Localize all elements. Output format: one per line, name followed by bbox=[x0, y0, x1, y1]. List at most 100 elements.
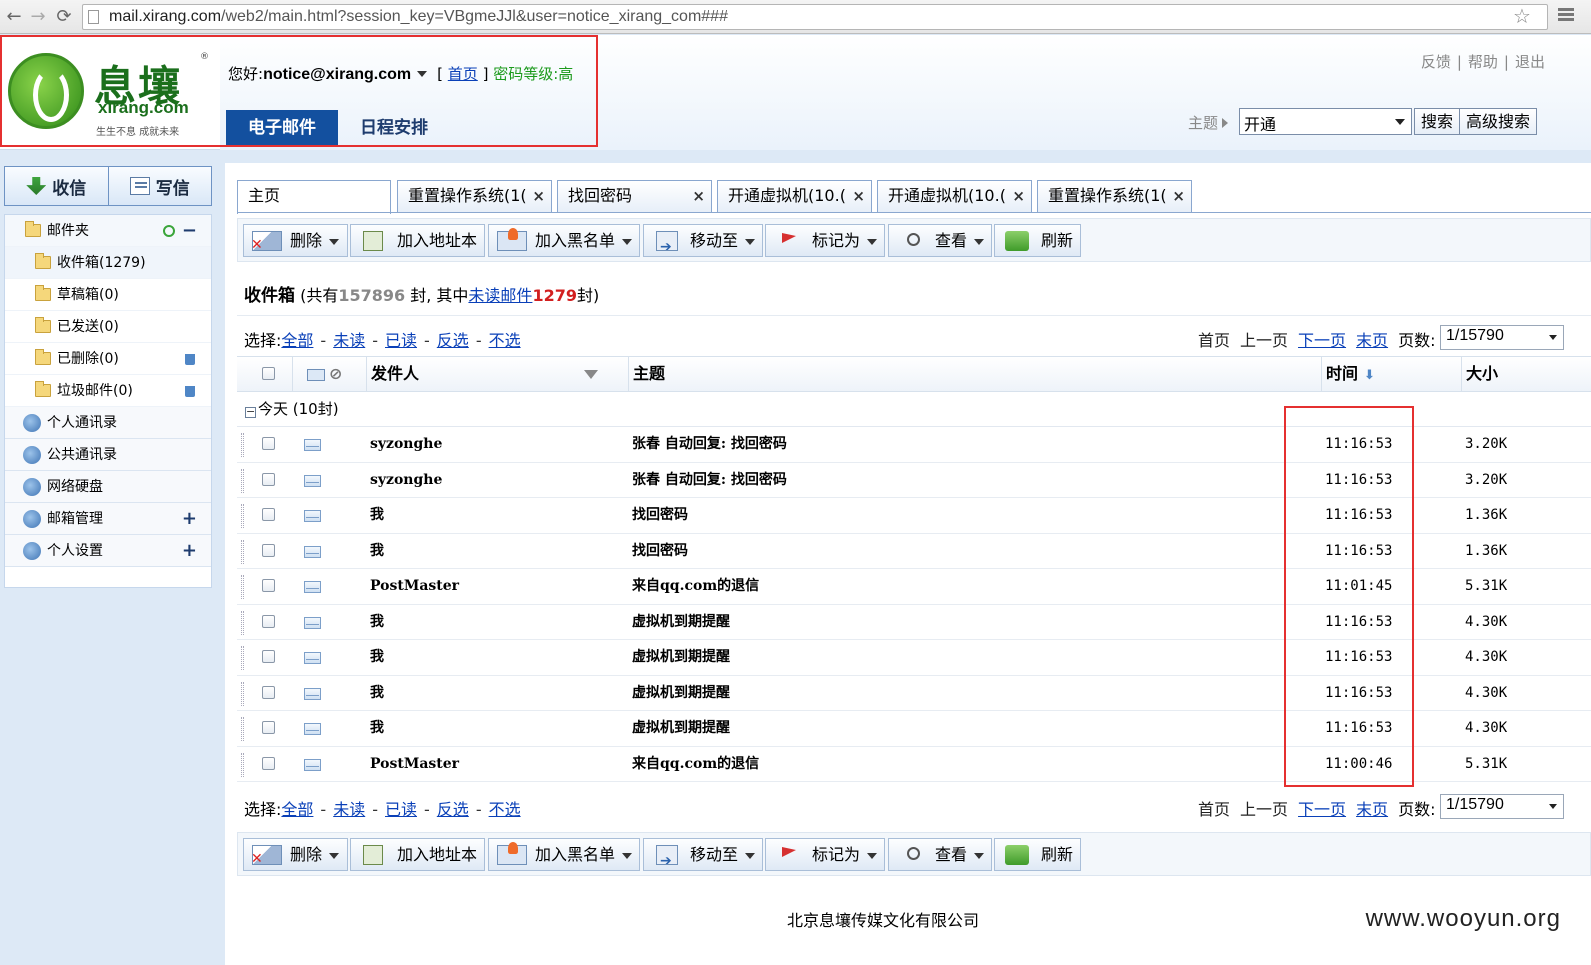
sidebar-item-deleted[interactable]: 已删除(0) bbox=[5, 343, 211, 375]
search-input[interactable]: 开通 bbox=[1239, 108, 1412, 135]
subject-column-header[interactable]: 主题 bbox=[628, 357, 1323, 392]
select-invert-link[interactable]: 反选 bbox=[437, 800, 469, 819]
page-select[interactable]: 1/15790 bbox=[1440, 794, 1564, 819]
drag-handle-icon[interactable] bbox=[241, 468, 244, 493]
delete-button[interactable]: 删除 bbox=[243, 838, 348, 875]
tab-calendar[interactable]: 日程安排 bbox=[338, 110, 450, 145]
last-page-link[interactable]: 末页 bbox=[1356, 331, 1388, 350]
drag-handle-icon[interactable] bbox=[241, 433, 244, 457]
row-checkbox[interactable] bbox=[262, 614, 275, 628]
move-to-button[interactable]: 移动至 bbox=[643, 224, 763, 263]
row-checkbox[interactable] bbox=[262, 472, 275, 486]
tab-recover-password[interactable]: 找回密码 × bbox=[557, 180, 712, 213]
row-subject[interactable]: 虚拟机到期提醒 bbox=[632, 711, 730, 746]
select-none-link[interactable]: 不选 bbox=[489, 800, 521, 819]
address-bar[interactable]: mail.xirang.com/web2/main.html?session_k… bbox=[82, 4, 1548, 30]
table-row[interactable]: 我 虚拟机到期提醒 11:16:53 4.30K bbox=[237, 605, 1591, 640]
view-button[interactable]: 查看 bbox=[888, 224, 992, 257]
table-row[interactable]: 我 虚拟机到期提醒 11:16:53 4.30K bbox=[237, 640, 1591, 676]
select-read-link[interactable]: 已读 bbox=[385, 331, 417, 350]
select-all-link[interactable]: 全部 bbox=[281, 800, 313, 819]
row-checkbox[interactable] bbox=[262, 437, 275, 450]
mark-as-button[interactable]: 标记为 bbox=[765, 224, 885, 257]
row-checkbox[interactable] bbox=[262, 543, 275, 557]
add-to-blacklist-button[interactable]: 加入黑名单 bbox=[488, 838, 640, 871]
sender-column-header[interactable]: 发件人 bbox=[366, 357, 578, 392]
sidebar-item-network-disk[interactable]: 网络硬盘 bbox=[5, 471, 211, 503]
forward-arrow-icon[interactable]: → bbox=[28, 6, 48, 28]
select-invert-link[interactable]: 反选 bbox=[437, 331, 469, 350]
row-subject[interactable]: 虚拟机到期提醒 bbox=[632, 640, 730, 675]
user-email[interactable]: notice@xirang.com bbox=[263, 66, 411, 83]
add-to-address-book-button[interactable]: 加入地址本 bbox=[350, 224, 485, 257]
drag-handle-icon[interactable] bbox=[241, 752, 244, 777]
sidebar-item-public-contacts[interactable]: 公共通讯录 bbox=[5, 439, 211, 471]
close-icon[interactable]: × bbox=[1012, 181, 1025, 211]
expand-icon[interactable]: + bbox=[182, 535, 197, 567]
select-all-checkbox[interactable] bbox=[262, 367, 275, 380]
drag-handle-icon[interactable] bbox=[241, 646, 244, 670]
search-button[interactable]: 搜索 bbox=[1414, 108, 1461, 135]
write-button[interactable]: 写信 bbox=[107, 167, 212, 205]
user-menu-caret-icon[interactable] bbox=[417, 71, 428, 77]
next-page-link[interactable]: 下一页 bbox=[1298, 800, 1346, 819]
row-checkbox[interactable] bbox=[262, 685, 275, 699]
select-unread-link[interactable]: 未读 bbox=[333, 331, 365, 350]
help-link[interactable]: 帮助 bbox=[1468, 53, 1498, 71]
search-field-label[interactable]: 主题 bbox=[1188, 112, 1229, 133]
row-subject[interactable]: 找回密码 bbox=[632, 498, 688, 533]
row-subject[interactable]: 来自qq.com的退信 bbox=[632, 747, 759, 782]
tab-home[interactable]: 主页 bbox=[237, 180, 391, 214]
sidebar-item-personal-contacts[interactable]: 个人通讯录 bbox=[5, 407, 211, 439]
last-page-link[interactable]: 末页 bbox=[1356, 800, 1388, 819]
row-checkbox[interactable] bbox=[262, 508, 275, 521]
reload-icon[interactable]: ⟳ bbox=[54, 6, 74, 28]
move-to-button[interactable]: 移动至 bbox=[643, 838, 763, 877]
advanced-search-button[interactable]: 高级搜索 bbox=[1459, 108, 1538, 135]
row-checkbox[interactable] bbox=[262, 650, 275, 663]
row-checkbox[interactable] bbox=[262, 721, 275, 734]
sidebar-item-mailbox-admin[interactable]: 邮箱管理 + bbox=[5, 503, 211, 535]
close-icon[interactable]: × bbox=[1172, 181, 1185, 211]
table-row[interactable]: syzonghe 张春 自动回复: 找回密码 11:16:53 3.20K bbox=[237, 427, 1591, 463]
table-row[interactable]: 我 虚拟机到期提醒 11:16:53 4.30K bbox=[237, 676, 1591, 711]
expand-icon[interactable]: + bbox=[182, 503, 197, 535]
back-arrow-icon[interactable]: ← bbox=[4, 6, 24, 28]
drag-handle-icon[interactable] bbox=[241, 504, 244, 528]
row-subject[interactable]: 张春 自动回复: 找回密码 bbox=[632, 427, 787, 462]
drag-handle-icon[interactable] bbox=[241, 575, 244, 599]
row-subject[interactable]: 虚拟机到期提醒 bbox=[632, 605, 730, 640]
size-column-header[interactable]: 大小 bbox=[1461, 357, 1591, 392]
group-today[interactable]: − 今天 (10封) bbox=[237, 392, 1591, 427]
empty-trash-icon[interactable] bbox=[185, 354, 195, 365]
row-subject[interactable]: 找回密码 bbox=[632, 534, 688, 569]
row-subject[interactable]: 张春 自动回复: 找回密码 bbox=[632, 463, 787, 498]
unread-mail-link[interactable]: 未读邮件 bbox=[468, 286, 532, 305]
row-checkbox[interactable] bbox=[262, 579, 275, 592]
table-row[interactable]: 我 找回密码 11:16:53 1.36K bbox=[237, 534, 1591, 569]
home-link[interactable]: 首页 bbox=[448, 65, 478, 83]
refresh-button[interactable]: 刷新 bbox=[994, 838, 1081, 871]
refresh-button[interactable]: 刷新 bbox=[994, 224, 1081, 257]
collapse-group-icon[interactable]: − bbox=[245, 406, 256, 418]
close-icon[interactable]: × bbox=[532, 181, 545, 211]
tab-reset-os-1[interactable]: 重置操作系统(1(× bbox=[397, 180, 552, 213]
close-icon[interactable]: × bbox=[692, 181, 705, 211]
tab-open-vm-2[interactable]: 开通虚拟机(10.(× bbox=[877, 180, 1032, 213]
drag-handle-icon[interactable] bbox=[241, 539, 244, 564]
sidebar-item-drafts[interactable]: 草稿箱(0) bbox=[5, 279, 211, 311]
next-page-link[interactable]: 下一页 bbox=[1298, 331, 1346, 350]
drag-handle-icon[interactable] bbox=[241, 681, 244, 706]
attachment-column-header[interactable]: ⊘ bbox=[292, 357, 367, 392]
row-subject[interactable]: 来自qq.com的退信 bbox=[632, 569, 759, 604]
sidebar-item-spam[interactable]: 垃圾邮件(0) bbox=[5, 375, 211, 407]
table-row[interactable]: 我 找回密码 11:16:53 1.36K bbox=[237, 498, 1591, 534]
tab-reset-os-2[interactable]: 重置操作系统(1(× bbox=[1037, 180, 1192, 213]
bookmark-star-icon[interactable]: ☆ bbox=[1513, 4, 1531, 28]
empty-spam-icon[interactable] bbox=[185, 386, 195, 397]
mark-as-button[interactable]: 标记为 bbox=[765, 838, 885, 871]
collapse-icon[interactable]: − bbox=[182, 215, 197, 247]
page-select[interactable]: 1/15790 bbox=[1440, 325, 1564, 350]
row-subject[interactable]: 虚拟机到期提醒 bbox=[632, 676, 730, 711]
feedback-link[interactable]: 反馈 bbox=[1421, 53, 1451, 71]
